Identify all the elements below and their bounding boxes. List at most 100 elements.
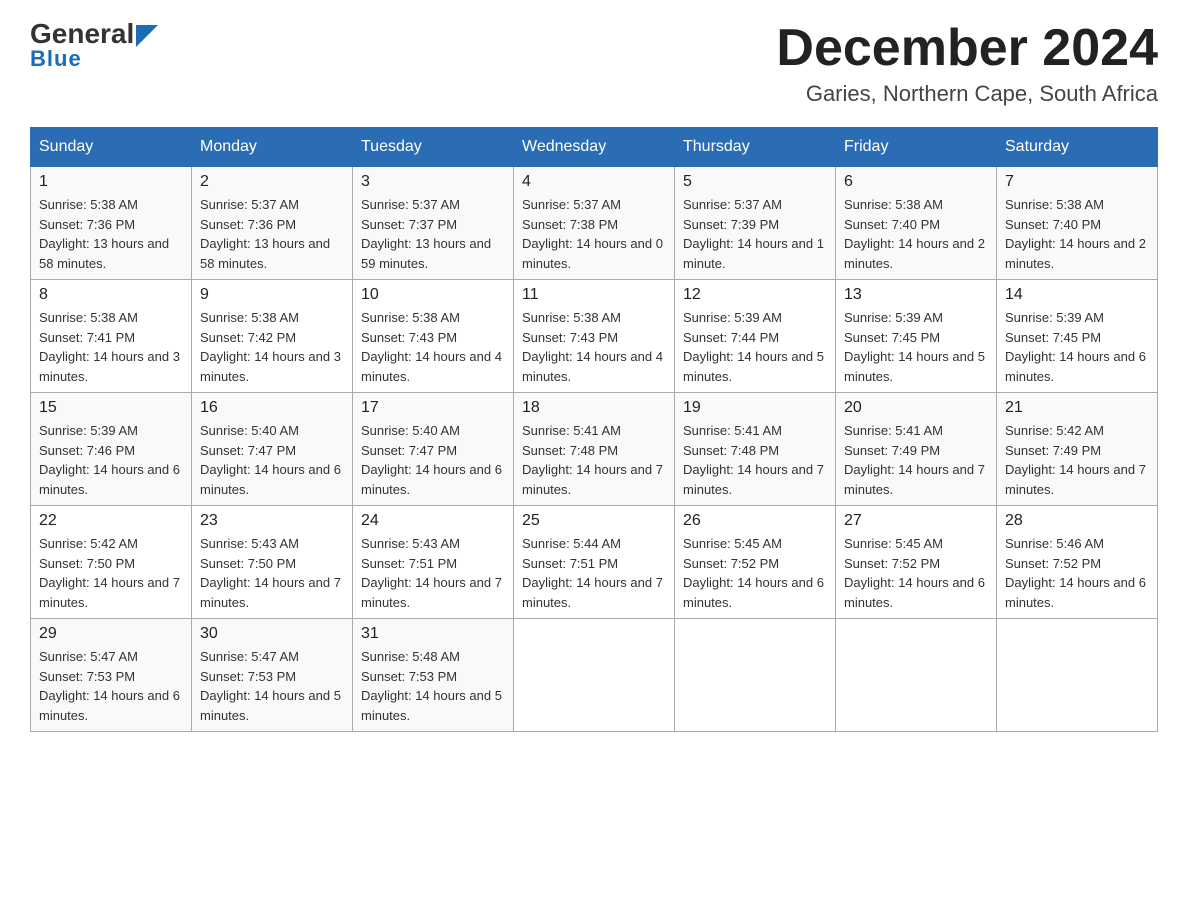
day-info: Sunrise: 5:39 AM Sunset: 7:44 PM Dayligh… [683, 308, 827, 386]
col-wednesday: Wednesday [514, 128, 675, 167]
sunset-label: Sunset: 7:43 PM [522, 330, 618, 345]
day-number: 23 [200, 512, 344, 530]
sunrise-label: Sunrise: 5:44 AM [522, 536, 621, 551]
day-number: 28 [1005, 512, 1149, 530]
day-number: 9 [200, 286, 344, 304]
table-row: 27 Sunrise: 5:45 AM Sunset: 7:52 PM Dayl… [836, 506, 997, 619]
calendar-week-row: 29 Sunrise: 5:47 AM Sunset: 7:53 PM Dayl… [31, 619, 1158, 732]
table-row: 28 Sunrise: 5:46 AM Sunset: 7:52 PM Dayl… [997, 506, 1158, 619]
daylight-label: Daylight: 14 hours and 7 minutes. [683, 462, 824, 497]
sunset-label: Sunset: 7:45 PM [1005, 330, 1101, 345]
sunrise-label: Sunrise: 5:38 AM [361, 310, 460, 325]
table-row: 23 Sunrise: 5:43 AM Sunset: 7:50 PM Dayl… [192, 506, 353, 619]
day-number: 12 [683, 286, 827, 304]
daylight-label: Daylight: 14 hours and 6 minutes. [39, 462, 180, 497]
day-info: Sunrise: 5:47 AM Sunset: 7:53 PM Dayligh… [200, 647, 344, 725]
daylight-label: Daylight: 14 hours and 7 minutes. [844, 462, 985, 497]
table-row: 26 Sunrise: 5:45 AM Sunset: 7:52 PM Dayl… [675, 506, 836, 619]
sunrise-label: Sunrise: 5:45 AM [683, 536, 782, 551]
calendar-week-row: 1 Sunrise: 5:38 AM Sunset: 7:36 PM Dayli… [31, 167, 1158, 280]
day-number: 14 [1005, 286, 1149, 304]
sunrise-label: Sunrise: 5:41 AM [844, 423, 943, 438]
table-row: 20 Sunrise: 5:41 AM Sunset: 7:49 PM Dayl… [836, 393, 997, 506]
daylight-label: Daylight: 14 hours and 6 minutes. [1005, 575, 1146, 610]
table-row: 10 Sunrise: 5:38 AM Sunset: 7:43 PM Dayl… [353, 280, 514, 393]
day-number: 25 [522, 512, 666, 530]
col-sunday: Sunday [31, 128, 192, 167]
sunrise-label: Sunrise: 5:38 AM [39, 310, 138, 325]
table-row: 5 Sunrise: 5:37 AM Sunset: 7:39 PM Dayli… [675, 167, 836, 280]
table-row: 29 Sunrise: 5:47 AM Sunset: 7:53 PM Dayl… [31, 619, 192, 732]
sunrise-label: Sunrise: 5:37 AM [683, 197, 782, 212]
sunset-label: Sunset: 7:42 PM [200, 330, 296, 345]
table-row: 4 Sunrise: 5:37 AM Sunset: 7:38 PM Dayli… [514, 167, 675, 280]
day-number: 8 [39, 286, 183, 304]
day-number: 3 [361, 173, 505, 191]
sunrise-label: Sunrise: 5:38 AM [522, 310, 621, 325]
sunrise-label: Sunrise: 5:46 AM [1005, 536, 1104, 551]
sunrise-label: Sunrise: 5:39 AM [683, 310, 782, 325]
sunset-label: Sunset: 7:52 PM [844, 556, 940, 571]
sunrise-label: Sunrise: 5:41 AM [683, 423, 782, 438]
day-number: 6 [844, 173, 988, 191]
sunset-label: Sunset: 7:53 PM [361, 669, 457, 684]
table-row: 30 Sunrise: 5:47 AM Sunset: 7:53 PM Dayl… [192, 619, 353, 732]
daylight-label: Daylight: 14 hours and 2 minutes. [1005, 236, 1146, 271]
table-row: 18 Sunrise: 5:41 AM Sunset: 7:48 PM Dayl… [514, 393, 675, 506]
table-row [997, 619, 1158, 732]
month-title: December 2024 [776, 20, 1158, 77]
daylight-label: Daylight: 13 hours and 58 minutes. [39, 236, 169, 271]
sunrise-label: Sunrise: 5:38 AM [39, 197, 138, 212]
daylight-label: Daylight: 14 hours and 7 minutes. [522, 575, 663, 610]
daylight-label: Daylight: 14 hours and 5 minutes. [844, 349, 985, 384]
sunrise-label: Sunrise: 5:48 AM [361, 649, 460, 664]
sunset-label: Sunset: 7:36 PM [200, 217, 296, 232]
day-info: Sunrise: 5:46 AM Sunset: 7:52 PM Dayligh… [1005, 534, 1149, 612]
daylight-label: Daylight: 14 hours and 2 minutes. [844, 236, 985, 271]
table-row: 6 Sunrise: 5:38 AM Sunset: 7:40 PM Dayli… [836, 167, 997, 280]
sunset-label: Sunset: 7:44 PM [683, 330, 779, 345]
day-info: Sunrise: 5:37 AM Sunset: 7:37 PM Dayligh… [361, 195, 505, 273]
calendar-week-row: 15 Sunrise: 5:39 AM Sunset: 7:46 PM Dayl… [31, 393, 1158, 506]
sunrise-label: Sunrise: 5:47 AM [200, 649, 299, 664]
daylight-label: Daylight: 14 hours and 7 minutes. [361, 575, 502, 610]
day-info: Sunrise: 5:43 AM Sunset: 7:50 PM Dayligh… [200, 534, 344, 612]
day-info: Sunrise: 5:40 AM Sunset: 7:47 PM Dayligh… [200, 421, 344, 499]
col-saturday: Saturday [997, 128, 1158, 167]
day-number: 11 [522, 286, 666, 304]
day-number: 22 [39, 512, 183, 530]
day-number: 5 [683, 173, 827, 191]
day-info: Sunrise: 5:38 AM Sunset: 7:40 PM Dayligh… [1005, 195, 1149, 273]
day-info: Sunrise: 5:39 AM Sunset: 7:46 PM Dayligh… [39, 421, 183, 499]
sunset-label: Sunset: 7:38 PM [522, 217, 618, 232]
day-info: Sunrise: 5:37 AM Sunset: 7:36 PM Dayligh… [200, 195, 344, 273]
daylight-label: Daylight: 14 hours and 7 minutes. [200, 575, 341, 610]
daylight-label: Daylight: 14 hours and 5 minutes. [200, 688, 341, 723]
day-number: 4 [522, 173, 666, 191]
sunset-label: Sunset: 7:46 PM [39, 443, 135, 458]
day-info: Sunrise: 5:38 AM Sunset: 7:36 PM Dayligh… [39, 195, 183, 273]
day-info: Sunrise: 5:38 AM Sunset: 7:42 PM Dayligh… [200, 308, 344, 386]
sunset-label: Sunset: 7:41 PM [39, 330, 135, 345]
day-number: 2 [200, 173, 344, 191]
day-info: Sunrise: 5:39 AM Sunset: 7:45 PM Dayligh… [1005, 308, 1149, 386]
sunset-label: Sunset: 7:48 PM [683, 443, 779, 458]
daylight-label: Daylight: 13 hours and 59 minutes. [361, 236, 491, 271]
sunset-label: Sunset: 7:48 PM [522, 443, 618, 458]
calendar-week-row: 8 Sunrise: 5:38 AM Sunset: 7:41 PM Dayli… [31, 280, 1158, 393]
table-row: 2 Sunrise: 5:37 AM Sunset: 7:36 PM Dayli… [192, 167, 353, 280]
day-number: 24 [361, 512, 505, 530]
sunset-label: Sunset: 7:50 PM [200, 556, 296, 571]
sunrise-label: Sunrise: 5:42 AM [1005, 423, 1104, 438]
sunrise-label: Sunrise: 5:38 AM [200, 310, 299, 325]
sunrise-label: Sunrise: 5:42 AM [39, 536, 138, 551]
sunrise-label: Sunrise: 5:43 AM [361, 536, 460, 551]
sunrise-label: Sunrise: 5:38 AM [1005, 197, 1104, 212]
sunrise-label: Sunrise: 5:45 AM [844, 536, 943, 551]
day-info: Sunrise: 5:42 AM Sunset: 7:49 PM Dayligh… [1005, 421, 1149, 499]
daylight-label: Daylight: 14 hours and 6 minutes. [39, 688, 180, 723]
day-info: Sunrise: 5:38 AM Sunset: 7:41 PM Dayligh… [39, 308, 183, 386]
sunset-label: Sunset: 7:47 PM [200, 443, 296, 458]
table-row: 13 Sunrise: 5:39 AM Sunset: 7:45 PM Dayl… [836, 280, 997, 393]
day-info: Sunrise: 5:38 AM Sunset: 7:43 PM Dayligh… [361, 308, 505, 386]
